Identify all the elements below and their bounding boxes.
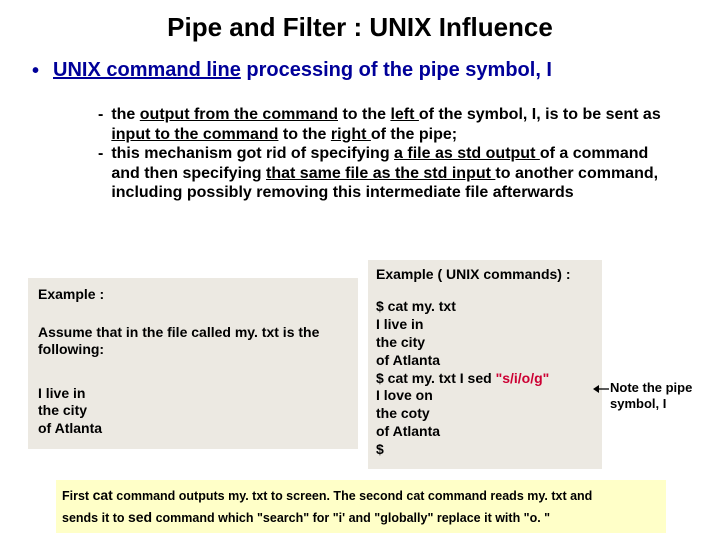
bullet-rest: processing of the pipe symbol, I <box>241 59 552 81</box>
slide-title: Pipe and Filter : UNIX Influence <box>0 0 720 43</box>
slide: Pipe and Filter : UNIX Influence • UNIX … <box>0 0 720 540</box>
t: of the pipe; <box>371 126 457 143</box>
sub-bullet-2: - this mechanism got rid of specifying a… <box>98 144 678 203</box>
sub-bullet-2-text: this mechanism got rid of specifying a f… <box>111 144 678 203</box>
t: to the <box>338 106 390 123</box>
t: output from the command <box>140 106 338 123</box>
note-line: Note the pipe <box>610 380 715 396</box>
example-left-para: Assume that in the file called my. txt i… <box>38 324 348 359</box>
sed-arg: "s/i/o/g" <box>496 370 550 386</box>
output-line: the coty <box>376 405 594 423</box>
example-left-line: I live in <box>38 385 348 403</box>
sub-bullet-1: - the output from the command to the lef… <box>98 105 678 144</box>
t: $ cat my. txt I sed <box>376 370 496 386</box>
main-bullet: • UNIX command line processing of the pi… <box>32 59 720 83</box>
t: to the <box>278 126 330 143</box>
output-line: $ <box>376 441 594 459</box>
output-line: of Atlanta <box>376 423 594 441</box>
example-right-box: Example ( UNIX commands) : $ cat my. txt… <box>368 260 602 469</box>
output-line: I live in <box>376 316 594 334</box>
t: that same file as the std input <box>266 165 495 182</box>
bullet-underline: UNIX command line <box>53 59 241 81</box>
bottom-caption: First cat command outputs my. txt to scr… <box>56 480 666 533</box>
pipe-note: Note the pipe symbol, I <box>610 380 715 411</box>
t: a file as std output <box>394 145 540 162</box>
bullet-text: UNIX command line processing of the pipe… <box>53 59 552 82</box>
t: the <box>111 106 139 123</box>
t: is to be sent as <box>545 106 661 123</box>
t: of the symbol, <box>419 106 527 123</box>
cat-cmd: cat <box>93 487 113 503</box>
output-line: the city <box>376 334 594 352</box>
cmd-line: $ cat my. txt <box>376 298 594 316</box>
output-line: of Atlanta <box>376 352 594 370</box>
t: right <box>331 126 371 143</box>
t: command outputs my. txt to screen. The s… <box>113 489 593 503</box>
t: sends it to <box>62 511 128 525</box>
sub-bullet-1-text: the output from the command to the left … <box>111 105 678 144</box>
sed-cmd: sed <box>128 509 152 525</box>
t: this mechanism got rid of specifying <box>111 145 394 162</box>
example-left-header: Example : <box>38 286 348 304</box>
t: input to the command <box>111 126 278 143</box>
t: I, <box>527 106 545 123</box>
example-left-box: Example : Assume that in the file called… <box>28 278 358 449</box>
t: command which "search" for "i' and "glob… <box>152 511 550 525</box>
note-line: symbol, I <box>610 396 715 412</box>
dash-icon: - <box>98 105 103 144</box>
example-right-header: Example ( UNIX commands) : <box>376 266 594 284</box>
output-line: I love on <box>376 387 594 405</box>
t: removing this intermediate file afterwar… <box>256 184 573 201</box>
dash-icon: - <box>98 144 103 203</box>
t: left <box>390 106 418 123</box>
bullet-dot-icon: • <box>32 59 39 83</box>
cmd-line: $ cat my. txt I sed "s/i/o/g" <box>376 370 594 388</box>
example-left-line: of Atlanta <box>38 420 348 438</box>
arrow-left-icon <box>593 383 609 395</box>
sub-bullets: - the output from the command to the lef… <box>98 105 678 203</box>
example-left-line: the city <box>38 402 348 420</box>
t: First <box>62 489 93 503</box>
